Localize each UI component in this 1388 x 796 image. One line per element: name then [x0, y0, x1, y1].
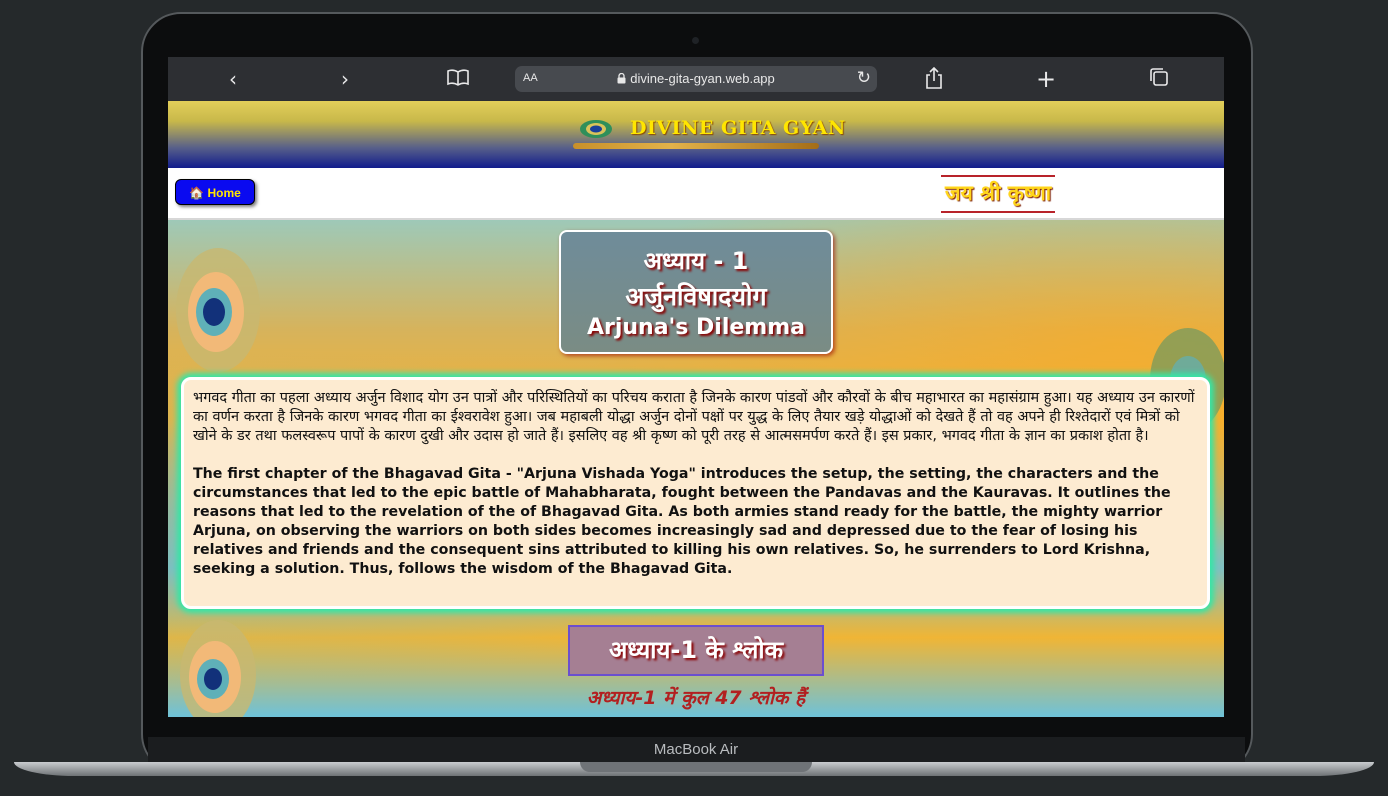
chapter-title-english: Arjuna's Dilemma	[586, 315, 806, 340]
site-title: DIVINE GITA GYAN	[630, 117, 846, 139]
lock-icon	[617, 72, 626, 84]
description-english: The first chapter of the Bhagavad Gita -…	[193, 466, 1171, 577]
chapter-content: अध्याय - 1 अर्जुनविषादयोग Arjuna's Dilem…	[168, 220, 1224, 717]
plus-icon[interactable]: +	[1034, 67, 1058, 91]
chapter-description: भगवद गीता का पहला अध्याय अर्जुन विशाद यो…	[181, 377, 1210, 609]
peacock-feather-icon	[580, 120, 612, 138]
back-icon[interactable]: ‹	[221, 67, 245, 91]
shlok-button-row	[208, 712, 1208, 717]
reload-icon[interactable]: ↻	[857, 68, 871, 88]
total-shloks-text: अध्याय-1 में कुल 47 श्लोक हैं	[586, 687, 806, 709]
chapter-title-hindi: अर्जुनविषादयोग	[625, 282, 767, 311]
navbar: 🏠 Home जय श्री कृष्णा	[168, 168, 1224, 220]
screen: ‹ › AA divine-gita-gyan.web.app ↻ + DIVI…	[168, 57, 1224, 717]
description-hindi: भगवद गीता का पहला अध्याय अर्जुन विशाद यो…	[193, 390, 1195, 444]
web-page: DIVINE GITA GYAN 🏠 Home जय श्री कृष्णा अ…	[168, 101, 1224, 717]
tabs-icon[interactable]	[1147, 67, 1171, 91]
url-text: divine-gita-gyan.web.app	[630, 71, 775, 86]
book-icon[interactable]	[446, 67, 470, 91]
peacock-feather-left-icon	[176, 248, 260, 372]
camera-icon	[692, 37, 699, 44]
shlok-heading: अध्याय-1 के श्लोक	[568, 625, 824, 676]
site-banner: DIVINE GITA GYAN	[168, 101, 1224, 168]
flute-icon	[573, 143, 819, 149]
greeting-text: जय श्री कृष्णा	[941, 175, 1056, 213]
chapter-title-box: अध्याय - 1 अर्जुनविषादयोग Arjuna's Dilem…	[559, 230, 833, 354]
browser-toolbar: ‹ › AA divine-gita-gyan.web.app ↻ +	[168, 57, 1224, 101]
laptop-notch	[580, 762, 812, 772]
share-icon[interactable]	[922, 66, 946, 91]
forward-icon[interactable]: ›	[333, 67, 357, 91]
home-label: Home	[207, 186, 241, 200]
home-icon: 🏠	[189, 186, 205, 200]
model-label: MacBook Air	[653, 741, 739, 758]
home-button[interactable]: 🏠 Home	[175, 179, 255, 205]
chapter-number: अध्याय - 1	[643, 247, 749, 275]
address-bar[interactable]: AA divine-gita-gyan.web.app ↻	[515, 66, 877, 92]
